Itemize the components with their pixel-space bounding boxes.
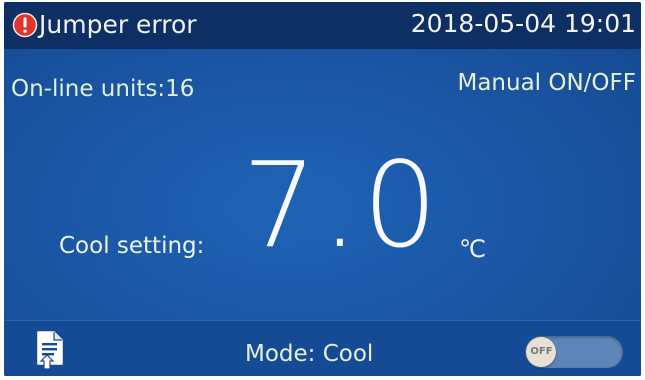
temperature-setpoint[interactable]: 7.0 xyxy=(242,140,442,270)
online-units-count: On-line units:16 xyxy=(11,76,195,102)
controller-screen: Jumper error 2018-05-04 19:01 On-line un… xyxy=(4,2,641,376)
control-mode-button[interactable]: Manual ON/OFF xyxy=(457,68,636,98)
cool-setting-label: Cool setting: xyxy=(59,233,205,259)
status-bar: Jumper error 2018-05-04 19:01 xyxy=(4,2,641,49)
document-icon[interactable] xyxy=(34,330,68,370)
temperature-unit: ℃ xyxy=(459,235,486,263)
power-toggle[interactable]: OFF xyxy=(525,336,623,368)
toggle-knob[interactable]: OFF xyxy=(526,337,556,367)
bottom-bar: Mode: Cool OFF xyxy=(4,320,641,376)
alert-circle-icon xyxy=(12,12,38,38)
date-time: 2018-05-04 19:01 xyxy=(410,9,636,38)
toggle-state-label: OFF xyxy=(530,346,553,357)
error-message: Jumper error xyxy=(39,10,197,39)
mode-label[interactable]: Mode: Cool xyxy=(245,339,373,369)
